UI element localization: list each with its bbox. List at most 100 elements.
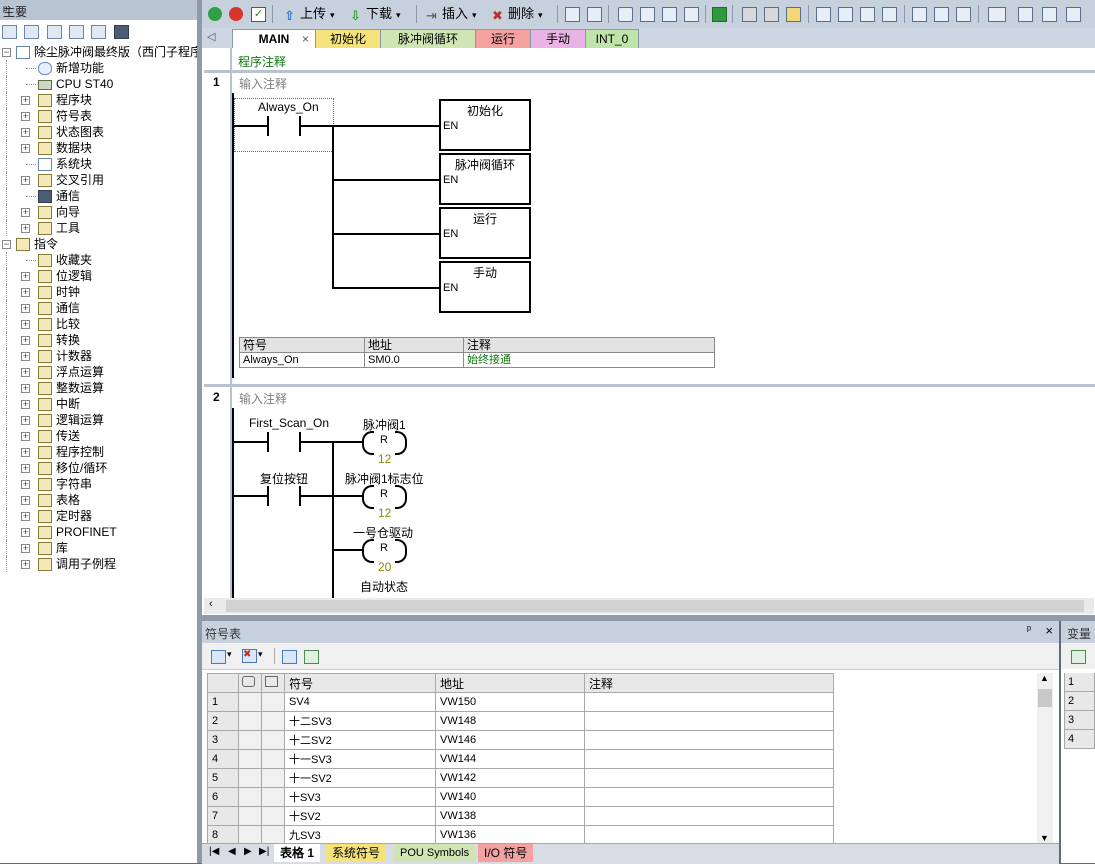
comment-cell[interactable]	[584, 692, 834, 712]
contact-icon[interactable]	[912, 7, 927, 22]
symbol-cell[interactable]: 十一SV2	[284, 768, 436, 788]
prev-sheet-icon[interactable]: ◀	[228, 846, 236, 857]
address-cell[interactable]: VW136	[435, 825, 585, 845]
tree-item-8[interactable]: + 交叉引用	[0, 172, 197, 188]
line-up-icon[interactable]	[860, 7, 875, 22]
expand-icon[interactable]: +	[21, 528, 30, 537]
go-icon[interactable]	[712, 7, 727, 22]
contact-symbol[interactable]	[267, 486, 269, 506]
variable-row-number[interactable]: 2	[1064, 692, 1095, 711]
line-left-icon[interactable]	[816, 7, 831, 22]
fbd-icon[interactable]	[662, 7, 677, 22]
variable-row-number[interactable]: 1	[1064, 673, 1095, 692]
instruction-item-14[interactable]: + 移位/循环	[0, 460, 197, 476]
instruction-item-13[interactable]: + 程序控制	[0, 444, 197, 460]
expand-icon[interactable]: +	[21, 512, 30, 521]
comment-cell[interactable]	[584, 825, 834, 845]
symbol-row[interactable]: 5 十一SV2 VW142	[207, 768, 834, 788]
col-header-symbol[interactable]: 符号	[284, 673, 436, 693]
address-cell[interactable]: VW144	[435, 749, 585, 769]
expand-icon[interactable]: +	[21, 480, 30, 489]
insert-button[interactable]: ⇥ 插入 ▾	[426, 6, 477, 23]
expand-icon[interactable]: +	[21, 272, 30, 281]
symbol-cell[interactable]: SV4	[284, 692, 436, 712]
comment-cell[interactable]	[584, 730, 834, 750]
expand-icon[interactable]: +	[21, 464, 30, 473]
instruction-item-12[interactable]: + 传送	[0, 428, 197, 444]
expand-icon[interactable]: +	[21, 496, 30, 505]
delete-row-icon[interactable]: ✖	[242, 649, 257, 663]
expand-icon[interactable]: +	[21, 416, 30, 425]
tab-manual[interactable]: 手动	[530, 29, 586, 48]
instruction-item-7[interactable]: + 计数器	[0, 348, 197, 364]
expand-icon[interactable]: +	[21, 368, 30, 377]
line-down-icon[interactable]	[838, 7, 853, 22]
instruction-item-17[interactable]: + 定时器	[0, 508, 197, 524]
tree-item-4[interactable]: + 符号表	[0, 108, 197, 124]
col-header-comment[interactable]: 注释	[584, 673, 834, 693]
coil-icon[interactable]	[934, 7, 949, 22]
comment-cell[interactable]	[584, 787, 834, 807]
address-cell[interactable]: VW146	[435, 730, 585, 750]
comment-cell[interactable]	[584, 768, 834, 788]
note-icon[interactable]	[1066, 7, 1081, 22]
coil-symbol[interactable]	[362, 431, 374, 455]
document-icon[interactable]	[46, 25, 62, 39]
sheet-tab-table1[interactable]: 表格 1	[274, 844, 321, 862]
expand-icon[interactable]: +	[21, 320, 30, 329]
address-cell[interactable]: VW140	[435, 787, 585, 807]
coil-symbol[interactable]	[362, 539, 374, 563]
address-cell[interactable]: VW142	[435, 768, 585, 788]
sheet-tab-system-symbols[interactable]: 系统符号	[326, 844, 387, 862]
lock-icon[interactable]	[742, 7, 757, 22]
chevron-down-icon[interactable]: ▾	[227, 649, 232, 660]
symbol-cell[interactable]: 十一SV3	[284, 749, 436, 769]
instruction-item-2[interactable]: + 位逻辑	[0, 268, 197, 284]
comment-cell[interactable]	[584, 749, 834, 769]
scroll-thumb[interactable]	[226, 600, 1084, 612]
sheet-tab-pou-symbols[interactable]: POU Symbols	[394, 844, 476, 862]
expand-icon[interactable]: +	[21, 112, 30, 121]
scroll-up-icon[interactable]: ▲	[1040, 673, 1049, 683]
table-icon[interactable]	[1018, 7, 1033, 22]
tree-item-3[interactable]: + 程序块	[0, 92, 197, 108]
run-icon[interactable]	[208, 7, 222, 21]
instruction-item-4[interactable]: + 通信	[0, 300, 197, 316]
instruction-item-20[interactable]: + 调用子例程	[0, 556, 197, 572]
unlock-icon[interactable]	[764, 7, 779, 22]
view-icon[interactable]	[2, 25, 17, 39]
symbol-row[interactable]: 3 十二SV2 VW146	[207, 730, 834, 750]
apply-icon[interactable]	[304, 650, 319, 664]
grid-view-icon[interactable]	[24, 25, 40, 39]
close-icon[interactable]: ×	[302, 30, 309, 48]
coil-symbol[interactable]	[362, 485, 374, 509]
call-block-init[interactable]: 初始化 EN	[439, 99, 531, 151]
tree-item-6[interactable]: + 数据块	[0, 140, 197, 156]
call-block-valve-cycle[interactable]: 脉冲阀循环 EN	[439, 153, 531, 205]
symbol-row[interactable]: 2 十二SV3 VW148	[207, 711, 834, 731]
network-comment[interactable]: 输入注释	[239, 75, 287, 92]
expand-icon[interactable]: +	[21, 448, 30, 457]
horizontal-scrollbar[interactable]: ‹	[204, 598, 1094, 614]
line-right-icon[interactable]	[882, 7, 897, 22]
instruction-item-18[interactable]: + PROFINET	[0, 524, 197, 540]
ladder-editor[interactable]: 程序注释 1 输入注释 Always_On 初始化 EN 脉冲阀循环 EN 运行…	[202, 48, 1095, 615]
box-icon[interactable]	[956, 7, 971, 22]
instruction-item-11[interactable]: + 逻辑运算	[0, 412, 197, 428]
first-sheet-icon[interactable]: |◀	[209, 846, 219, 857]
tab-valve-cycle[interactable]: 脉冲阀循环	[380, 29, 476, 48]
address-cell[interactable]: VW148	[435, 711, 585, 731]
scroll-thumb[interactable]	[1038, 689, 1052, 707]
tree-project-root[interactable]: − 除尘脉冲阀最终版（西门子程序	[0, 44, 202, 60]
instruction-item-15[interactable]: + 字符串	[0, 476, 197, 492]
symbol-grid[interactable]: 符号 地址 注释 1 SV4 VW150 2 十二SV3 VW148 3 十二SV2 VW146…	[207, 673, 834, 845]
tab-init[interactable]: 初始化	[315, 29, 381, 48]
instruction-item-6[interactable]: + 转换	[0, 332, 197, 348]
network-toggle-icon[interactable]	[587, 7, 602, 22]
instruction-item-5[interactable]: + 比较	[0, 316, 197, 332]
pin-icon[interactable]: ᵖ	[3, 3, 191, 17]
address-cell[interactable]: VW138	[435, 806, 585, 826]
variable-grid[interactable]: 1234	[1064, 673, 1095, 749]
instruction-item-9[interactable]: + 整数运算	[0, 380, 197, 396]
instruction-item-8[interactable]: + 浮点运算	[0, 364, 197, 380]
